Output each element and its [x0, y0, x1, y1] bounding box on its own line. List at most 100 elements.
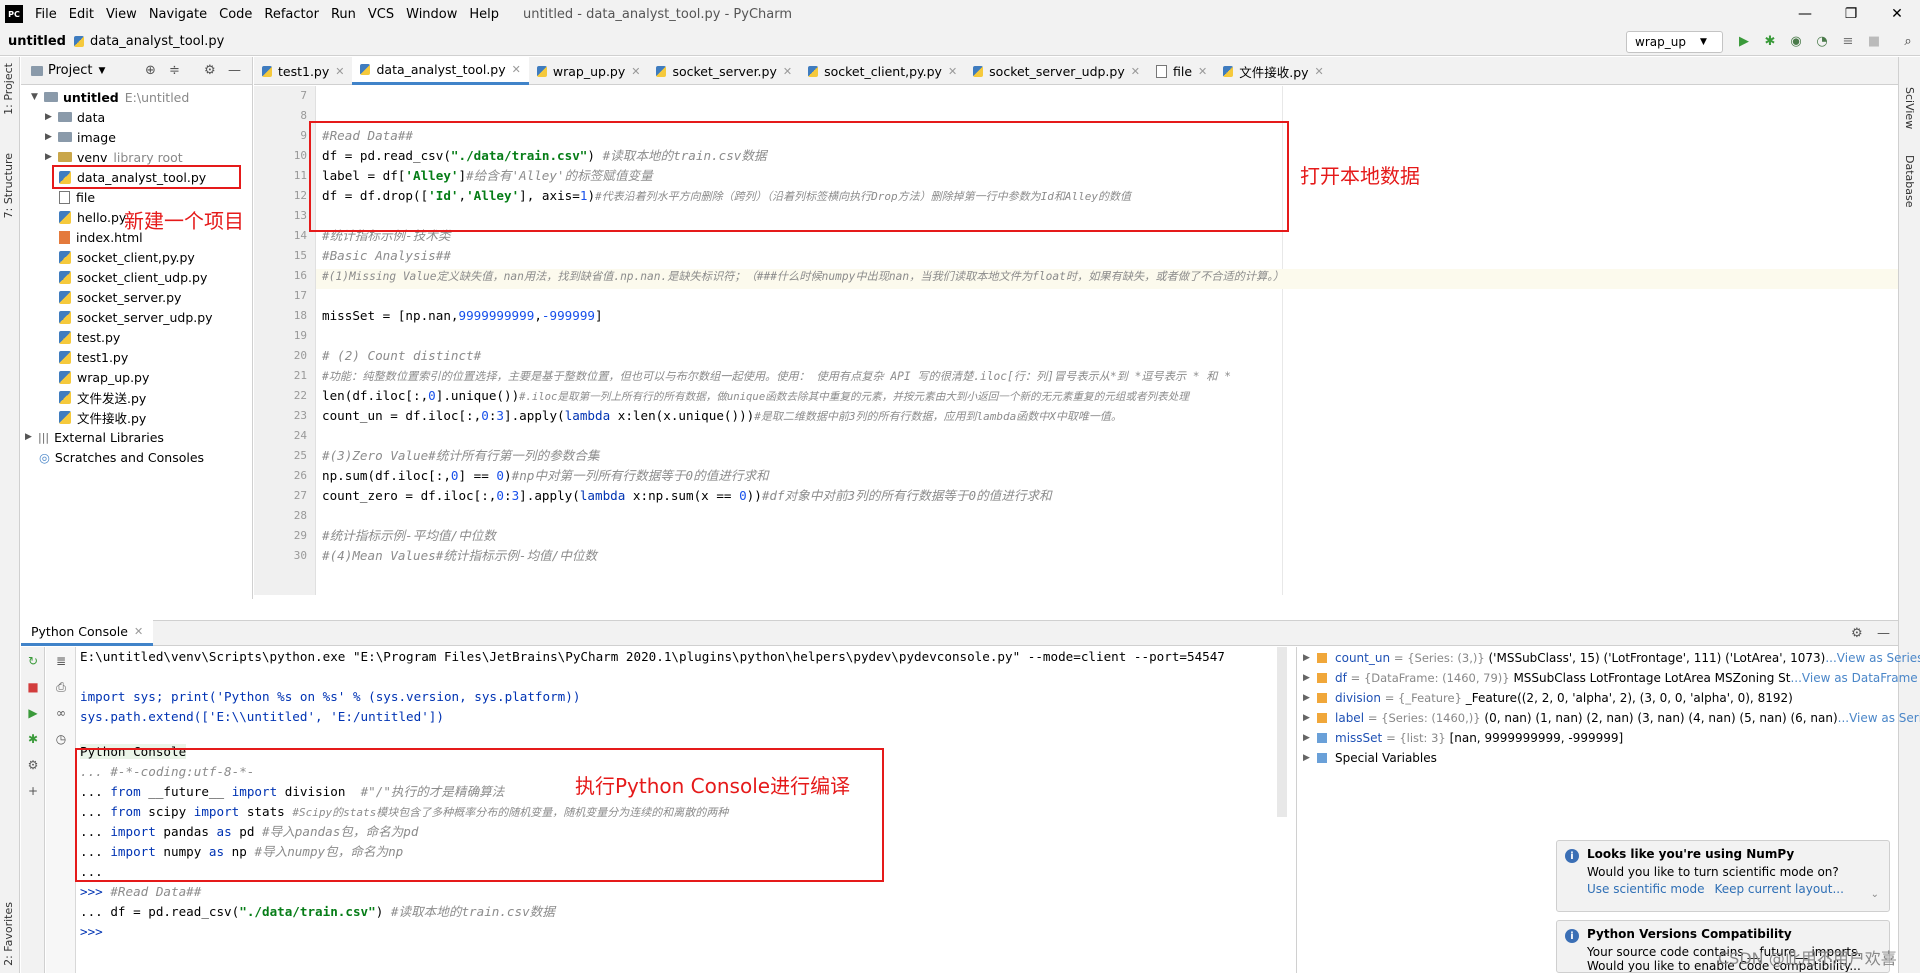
- expand-arrow-icon[interactable]: ▶: [45, 132, 55, 142]
- tree-item[interactable]: file: [59, 187, 95, 207]
- tree-item[interactable]: ▶ data: [45, 107, 105, 127]
- menu-code[interactable]: Code: [213, 7, 258, 22]
- tree-item[interactable]: 文件接收.py: [59, 407, 146, 427]
- expand-arrow-icon[interactable]: ▶: [1303, 733, 1317, 743]
- variable-row[interactable]: ▶ count_un = {Series: (3,)} ('MSSubClass'…: [1303, 648, 1920, 668]
- profile-icon[interactable]: ◔: [1814, 33, 1830, 49]
- debug-icon[interactable]: ✱: [25, 731, 41, 747]
- close-tab-icon[interactable]: ✕: [134, 625, 143, 638]
- breadcrumb-file[interactable]: data_analyst_tool.py: [90, 34, 232, 49]
- hide-icon[interactable]: —: [1877, 626, 1890, 641]
- gear-icon[interactable]: ⚙: [1851, 626, 1863, 641]
- menu-view[interactable]: View: [100, 7, 143, 22]
- debug-icon[interactable]: ✱: [1762, 33, 1778, 49]
- variable-row[interactable]: ▶ missSet = {list: 3} [nan, 9999999999, -…: [1303, 728, 1623, 748]
- history-icon[interactable]: ◷: [53, 731, 69, 747]
- tree-item[interactable]: test1.py: [59, 347, 128, 367]
- database-tool-tab[interactable]: Database: [1903, 155, 1916, 208]
- close-tab-icon[interactable]: ✕: [1198, 65, 1207, 78]
- tree-item[interactable]: wrap_up.py: [59, 367, 149, 387]
- execute-icon[interactable]: ▶: [25, 705, 41, 721]
- hide-icon[interactable]: —: [228, 63, 241, 78]
- soft-wrap-icon[interactable]: ≣: [53, 653, 69, 669]
- tab-socket-client[interactable]: socket_client,py.py ✕: [800, 57, 965, 85]
- tab-file[interactable]: file ✕: [1148, 57, 1215, 85]
- keep-layout-link[interactable]: Keep current layout...: [1714, 882, 1843, 896]
- expand-arrow-icon[interactable]: ▶: [1303, 653, 1317, 663]
- tree-root[interactable]: ▼ untitled E:\untitled: [31, 87, 189, 107]
- variable-row[interactable]: ▶ Special Variables: [1303, 748, 1437, 768]
- gear-icon[interactable]: ⚙: [204, 63, 216, 78]
- view-as-series-link[interactable]: ...View as Series: [1825, 651, 1920, 665]
- stop-icon[interactable]: ■: [1866, 33, 1882, 49]
- menu-navigate[interactable]: Navigate: [143, 7, 213, 22]
- tree-item[interactable]: socket_client_udp.py: [59, 267, 207, 287]
- tree-item[interactable]: hello.py: [59, 207, 126, 227]
- variable-row[interactable]: ▶ division = {_Feature} _Feature((2, 2, 0…: [1303, 688, 1793, 708]
- project-panel-title[interactable]: Project: [48, 63, 92, 78]
- rerun-icon[interactable]: ↻: [25, 653, 41, 669]
- console-scrollbar[interactable]: [1277, 647, 1287, 817]
- view-as-series-link[interactable]: ...View as Series: [1838, 711, 1920, 725]
- expand-arrow-icon[interactable]: ▼: [31, 92, 41, 102]
- search-icon[interactable]: ⌕: [1900, 33, 1916, 49]
- console-input-prompt[interactable]: >>>: [80, 922, 103, 942]
- menu-run[interactable]: Run: [325, 7, 362, 22]
- project-tool-tab[interactable]: 1: Project: [2, 63, 15, 115]
- close-tab-icon[interactable]: ✕: [512, 63, 521, 76]
- tree-item[interactable]: socket_client,py.py: [59, 247, 195, 267]
- settings-icon[interactable]: ⚙: [25, 757, 41, 773]
- show-variables-icon[interactable]: ∞: [53, 705, 69, 721]
- tab-data-analyst-tool[interactable]: data_analyst_tool.py ✕: [352, 57, 529, 85]
- tree-item[interactable]: ▶ venv library root: [45, 147, 183, 167]
- expand-arrow-icon[interactable]: ▶: [25, 432, 35, 442]
- menu-file[interactable]: File: [29, 7, 63, 22]
- locate-icon[interactable]: ⊕: [145, 63, 156, 78]
- breadcrumb-project[interactable]: untitled: [0, 34, 74, 49]
- chevron-down-icon[interactable]: ▼: [98, 66, 105, 76]
- run-configuration-select[interactable]: wrap_up ▼: [1626, 31, 1723, 53]
- favorites-tool-tab[interactable]: 2: Favorites: [2, 902, 15, 966]
- print-icon[interactable]: ⎙: [53, 679, 69, 695]
- view-as-dataframe-link[interactable]: ...View as DataFrame: [1790, 671, 1917, 685]
- tree-external-libraries[interactable]: ▶ ||| External Libraries: [25, 427, 164, 447]
- run-icon[interactable]: ▶: [1736, 33, 1752, 49]
- expand-arrow-icon[interactable]: ▶: [1303, 693, 1317, 703]
- chevron-down-icon[interactable]: ⌄: [1871, 889, 1879, 900]
- close-tab-icon[interactable]: ✕: [631, 65, 640, 78]
- tree-item[interactable]: socket_server.py: [59, 287, 181, 307]
- maximize-icon[interactable]: ❐: [1828, 0, 1874, 28]
- tree-item[interactable]: test.py: [59, 327, 120, 347]
- expand-arrow-icon[interactable]: ▶: [1303, 713, 1317, 723]
- tab-test1[interactable]: test1.py ✕: [254, 57, 352, 85]
- close-tab-icon[interactable]: ✕: [1315, 65, 1324, 78]
- tab-socket-server-udp[interactable]: socket_server_udp.py ✕: [965, 57, 1148, 85]
- collapse-icon[interactable]: ≑: [169, 63, 180, 78]
- close-tab-icon[interactable]: ✕: [1131, 65, 1140, 78]
- use-scientific-mode-link[interactable]: Use scientific mode: [1587, 882, 1704, 896]
- tree-item[interactable]: socket_server_udp.py: [59, 307, 213, 327]
- coverage-icon[interactable]: ◉: [1788, 33, 1804, 49]
- menu-help[interactable]: Help: [463, 7, 505, 22]
- tree-scratches[interactable]: ◎ Scratches and Consoles: [39, 447, 204, 467]
- expand-arrow-icon[interactable]: ▶: [45, 152, 55, 162]
- tab-file-receive[interactable]: 文件接收.py ✕: [1215, 57, 1332, 85]
- sciview-tool-tab[interactable]: SciView: [1903, 87, 1916, 129]
- expand-arrow-icon[interactable]: ▶: [45, 112, 55, 122]
- menu-vcs[interactable]: VCS: [362, 7, 400, 22]
- close-icon[interactable]: ✕: [1874, 0, 1920, 28]
- menu-window[interactable]: Window: [400, 7, 463, 22]
- tab-socket-server[interactable]: socket_server.py ✕: [648, 57, 800, 85]
- tree-item[interactable]: ▶ image: [45, 127, 116, 147]
- close-tab-icon[interactable]: ✕: [948, 65, 957, 78]
- variable-row[interactable]: ▶ df = {DataFrame: (1460, 79)} MSSubClass…: [1303, 668, 1918, 688]
- menu-refactor[interactable]: Refactor: [258, 7, 325, 22]
- expand-arrow-icon[interactable]: ▶: [1303, 753, 1317, 763]
- minimize-icon[interactable]: —: [1782, 0, 1828, 28]
- tree-item[interactable]: 文件发送.py: [59, 387, 146, 407]
- variable-row[interactable]: ▶ label = {Series: (1460,)} (0, nan) (1, …: [1303, 708, 1920, 728]
- stop-icon[interactable]: ■: [25, 679, 41, 695]
- tab-python-console[interactable]: Python Console ✕: [21, 620, 154, 646]
- expand-arrow-icon[interactable]: ▶: [1303, 673, 1317, 683]
- structure-tool-tab[interactable]: 7: Structure: [2, 153, 15, 218]
